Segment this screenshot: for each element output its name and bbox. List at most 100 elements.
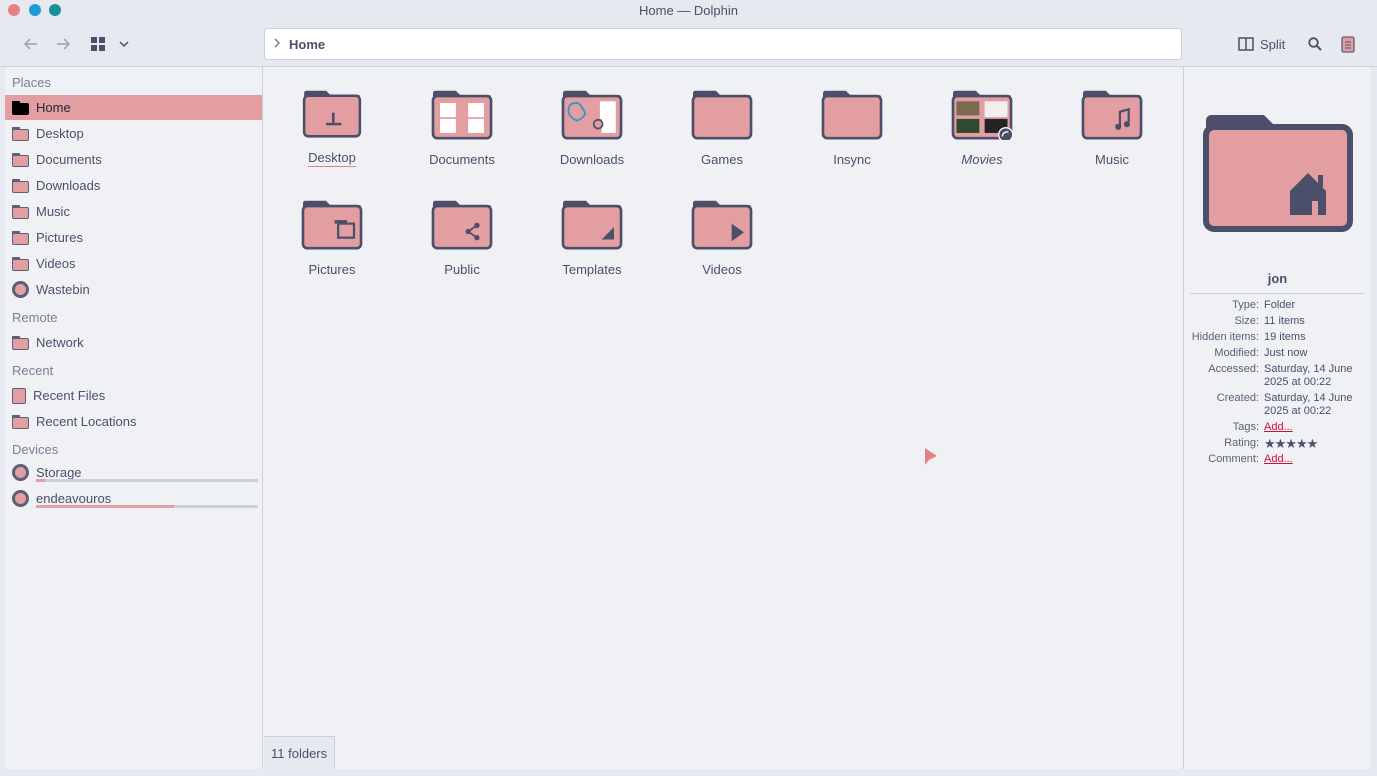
info-key: Size:	[1234, 315, 1259, 327]
divider	[1190, 293, 1365, 294]
places-panel: Places Home Desktop Documents Downloads …	[5, 67, 263, 769]
sidebar-item-label: Wastebin	[36, 282, 90, 297]
maximize-window-button[interactable]	[49, 4, 61, 16]
folder-item-documents[interactable]: Documents	[402, 67, 522, 167]
split-button[interactable]: Split	[1238, 33, 1285, 55]
info-value[interactable]: Add...	[1264, 453, 1364, 466]
forward-button[interactable]	[52, 33, 74, 55]
info-value: Saturday, 14 June 2025 at 00:22	[1264, 363, 1353, 388]
drive-icon	[12, 490, 29, 507]
sidebar-item-label: Desktop	[36, 126, 84, 141]
folder-label: Games	[701, 152, 743, 167]
sidebar-item-label: Documents	[36, 152, 102, 167]
sidebar-item-desktop[interactable]: Desktop	[5, 121, 262, 146]
folder-templates-icon	[561, 200, 623, 250]
folder-games-icon	[691, 90, 753, 140]
endeavouros-usage-fill	[36, 505, 174, 508]
view-mode-button[interactable]	[88, 33, 108, 55]
info-row-accessed: Accessed: Saturday, 14 June 2025 at 00:22	[1184, 363, 1371, 389]
file-view[interactable]: Desktop Documents Downloads Games Insync Movi…	[264, 67, 1182, 769]
sidebar-item-home[interactable]: Home	[5, 95, 262, 120]
minimize-window-button[interactable]	[29, 4, 41, 16]
folder-music-icon	[12, 204, 29, 219]
section-devices: Devices	[12, 442, 59, 457]
chevron-right-icon[interactable]	[273, 37, 281, 51]
sidebar-item-wastebin[interactable]: Wastebin	[5, 277, 262, 302]
rating-stars[interactable]: ★★★★★	[1264, 437, 1364, 450]
window-border	[0, 769, 1377, 776]
folder-label: Music	[1095, 152, 1129, 167]
section-places: Places	[12, 75, 52, 90]
folder-videos-icon	[12, 256, 29, 271]
info-key: Hidden items:	[1191, 331, 1259, 343]
info-key: Type:	[1232, 299, 1259, 311]
sidebar-item-videos[interactable]: Videos	[5, 251, 262, 276]
folder-insync-icon	[821, 90, 883, 140]
sidebar-item-label: Network	[36, 335, 84, 350]
folder-documents-icon	[431, 90, 493, 140]
folder-desktop-icon	[302, 90, 362, 138]
folder-item-insync[interactable]: Insync	[792, 67, 912, 167]
folder-item-music[interactable]: Music	[1052, 67, 1172, 167]
home-folder-preview-icon	[1203, 115, 1353, 232]
folder-pictures-icon	[12, 230, 29, 245]
back-button[interactable]	[20, 33, 42, 55]
info-row-tags: Tags: Add...	[1184, 421, 1371, 434]
sidebar-item-recent-locations[interactable]: Recent Locations	[5, 409, 262, 434]
endeavouros-usage-bar	[36, 505, 258, 508]
info-key: Created:	[1216, 392, 1259, 404]
info-key: Rating:	[1224, 437, 1259, 449]
information-panel: jon Type: Folder Size: 11 items Hidden items…	[1183, 67, 1370, 769]
folder-item-desktop[interactable]: Desktop	[272, 67, 392, 167]
info-row-hidden-items: Hidden items: 19 items	[1184, 331, 1371, 344]
toolbar: Home Split	[0, 20, 1377, 67]
sidebar-item-recent-files[interactable]: Recent Files	[5, 383, 262, 408]
sidebar-item-label: Pictures	[36, 230, 83, 245]
sidebar-item-label: Music	[36, 204, 70, 219]
folder-recent-icon	[12, 414, 29, 429]
folder-label: Movies	[961, 152, 1003, 167]
info-value: 11 items	[1264, 315, 1305, 327]
hamburger-menu-button[interactable]	[1338, 33, 1358, 55]
info-value[interactable]: Add...	[1264, 421, 1364, 434]
folder-music-icon	[1081, 90, 1143, 140]
close-window-button[interactable]	[8, 4, 20, 16]
sidebar-item-label: Videos	[36, 256, 76, 271]
sidebar-item-downloads[interactable]: Downloads	[5, 173, 262, 198]
sidebar-item-documents[interactable]: Documents	[5, 147, 262, 172]
sidebar-item-music[interactable]: Music	[5, 199, 262, 224]
folder-downloads-icon	[12, 178, 29, 193]
folder-item-templates[interactable]: Templates	[532, 177, 652, 277]
folder-item-public[interactable]: Public	[402, 177, 522, 277]
folder-label: Templates	[562, 262, 622, 277]
folder-label: Downloads	[559, 152, 625, 167]
info-key: Accessed:	[1208, 363, 1259, 375]
sidebar-item-pictures[interactable]: Pictures	[5, 225, 262, 250]
sidebar-item-label: Storage	[36, 465, 82, 480]
folder-home-icon	[12, 100, 29, 115]
folder-movies-icon	[951, 90, 1014, 140]
search-button[interactable]	[1304, 33, 1326, 55]
folder-item-games[interactable]: Games	[662, 67, 782, 167]
folder-item-downloads[interactable]: Downloads	[532, 67, 652, 167]
folder-item-videos[interactable]: Videos	[662, 177, 782, 277]
folder-count: 11 folders	[271, 745, 328, 761]
item-name: jon	[1267, 271, 1288, 286]
folder-item-pictures[interactable]: Pictures	[272, 177, 392, 277]
folder-videos-icon	[691, 200, 753, 250]
window-title: Home — Dolphin	[639, 2, 738, 18]
info-key: Comment:	[1208, 453, 1259, 465]
info-key: Modified:	[1214, 347, 1259, 359]
section-recent: Recent	[12, 363, 54, 378]
breadcrumb-home[interactable]: Home	[289, 37, 325, 52]
folder-label: Public	[444, 262, 480, 277]
folder-label: Documents	[429, 152, 495, 167]
view-mode-dropdown[interactable]	[116, 33, 132, 55]
location-bar[interactable]: Home	[264, 28, 1182, 60]
folder-item-movies[interactable]: Movies	[922, 67, 1042, 167]
info-row-created: Created: Saturday, 14 June 2025 at 00:22	[1184, 392, 1371, 418]
folder-label: Pictures	[308, 262, 356, 277]
sidebar-item-network[interactable]: Network	[5, 330, 262, 355]
trash-icon	[12, 281, 29, 298]
info-key: Tags:	[1232, 421, 1259, 433]
